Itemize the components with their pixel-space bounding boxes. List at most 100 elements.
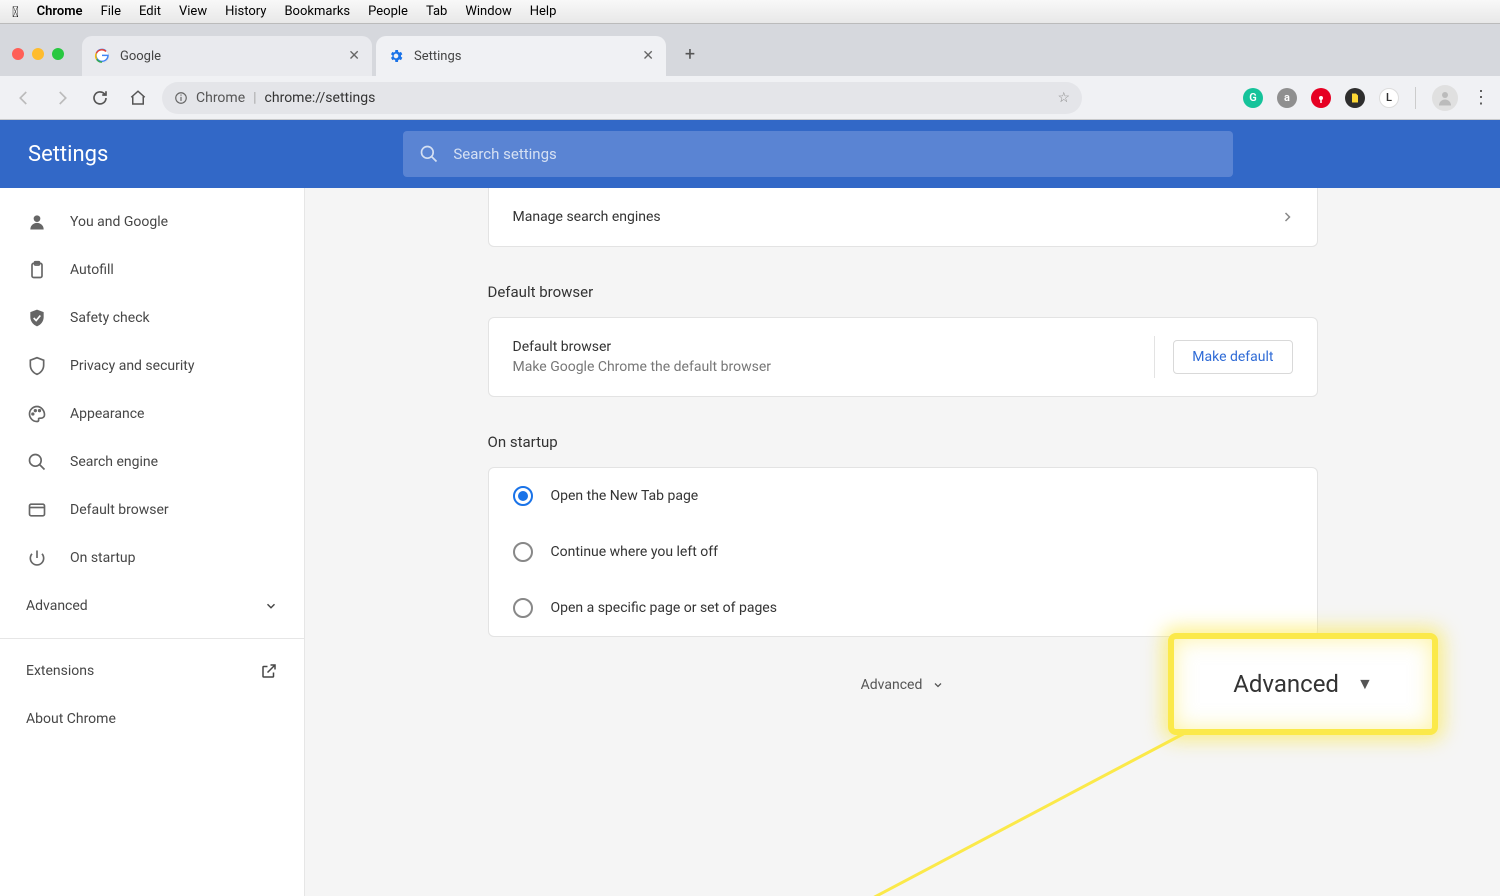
manage-search-engines-row[interactable]: Manage search engines <box>489 188 1317 246</box>
sidebar-advanced-toggle[interactable]: Advanced <box>0 582 304 630</box>
sidebar-item-autofill[interactable]: Autofill <box>0 246 304 294</box>
settings-body: You and Google Autofill Safety check Pri… <box>0 188 1500 896</box>
callout-highlight: Advanced ▼ <box>1168 633 1438 735</box>
sidebar-item-you-and-google[interactable]: You and Google <box>0 198 304 246</box>
sidebar-item-on-startup[interactable]: On startup <box>0 534 304 582</box>
palette-icon <box>26 403 48 425</box>
chrome-window: Google ✕ Settings ✕ + Chrome <box>0 24 1500 896</box>
tab-close-icon[interactable]: ✕ <box>642 48 654 64</box>
person-icon <box>26 211 48 233</box>
macos-menu-view[interactable]: View <box>179 4 207 19</box>
reload-button[interactable] <box>86 84 114 112</box>
window-maximize-button[interactable] <box>52 48 64 60</box>
settings-header: Settings <box>0 120 1500 188</box>
chevron-down-icon <box>932 679 944 691</box>
clipboard-icon <box>26 259 48 281</box>
tab-title: Settings <box>414 49 632 64</box>
forward-button[interactable] <box>48 84 76 112</box>
sidebar-item-privacy[interactable]: Privacy and security <box>0 342 304 390</box>
settings-search-input[interactable] <box>453 145 1217 163</box>
macos-menu-tab[interactable]: Tab <box>426 4 447 19</box>
radio-label: Open a specific page or set of pages <box>551 600 777 616</box>
tab-google[interactable]: Google ✕ <box>82 36 372 76</box>
radio-icon[interactable] <box>513 598 533 618</box>
sidebar-item-label: Autofill <box>70 262 114 278</box>
macos-menu-edit[interactable]: Edit <box>139 4 161 19</box>
tab-settings[interactable]: Settings ✕ <box>376 36 666 76</box>
sidebar-item-appearance[interactable]: Appearance <box>0 390 304 438</box>
sidebar-item-label: About Chrome <box>26 711 116 727</box>
macos-menu-file[interactable]: File <box>101 4 121 19</box>
window-controls <box>12 48 64 60</box>
window-icon <box>26 499 48 521</box>
radio-label: Open the New Tab page <box>551 488 699 504</box>
radio-icon[interactable] <box>513 542 533 562</box>
tab-title: Google <box>120 49 338 64</box>
default-browser-heading: Default browser <box>488 283 1318 301</box>
sidebar-divider <box>0 638 304 639</box>
window-close-button[interactable] <box>12 48 24 60</box>
bookmark-star-icon[interactable]: ☆ <box>1057 90 1070 106</box>
shield-check-icon <box>26 307 48 329</box>
default-browser-card: Default browser Make Google Chrome the d… <box>488 317 1318 397</box>
search-icon <box>419 144 439 164</box>
on-startup-card: Open the New Tab page Continue where you… <box>488 467 1318 637</box>
startup-option-specific-pages[interactable]: Open a specific page or set of pages <box>489 580 1317 636</box>
profile-avatar[interactable] <box>1432 85 1458 111</box>
sidebar-item-safety-check[interactable]: Safety check <box>0 294 304 342</box>
chevron-down-icon <box>264 599 278 613</box>
site-info-icon[interactable] <box>174 91 188 105</box>
sidebar-item-label: Extensions <box>26 663 94 679</box>
sidebar-item-label: Safety check <box>70 310 150 326</box>
url-path: chrome://settings <box>265 90 376 106</box>
sidebar-advanced-label: Advanced <box>26 598 88 614</box>
sidebar-item-label: Privacy and security <box>70 358 194 374</box>
chevron-right-icon <box>1281 211 1293 223</box>
power-icon <box>26 547 48 569</box>
search-icon <box>26 451 48 473</box>
ext-pinterest-icon[interactable] <box>1311 88 1331 108</box>
macos-app-name[interactable]: Chrome <box>37 4 83 19</box>
browser-toolbar: Chrome | chrome://settings ☆ G a L ⋮ <box>0 76 1500 120</box>
ext-lifewire-icon[interactable]: L <box>1379 88 1399 108</box>
macos-menu-history[interactable]: History <box>225 4 266 19</box>
url-divider: | <box>253 90 256 106</box>
back-button[interactable] <box>10 84 38 112</box>
ext-evernote-icon[interactable] <box>1345 88 1365 108</box>
make-default-button[interactable]: Make default <box>1173 340 1292 374</box>
toolbar-divider <box>1415 87 1416 109</box>
sidebar-item-label: Appearance <box>70 406 144 422</box>
dropdown-arrow-icon: ▼ <box>1357 674 1373 694</box>
chrome-menu-button[interactable]: ⋮ <box>1472 87 1490 108</box>
home-button[interactable] <box>124 84 152 112</box>
tab-close-icon[interactable]: ✕ <box>348 48 360 64</box>
ext-grammarly-icon[interactable]: G <box>1243 88 1263 108</box>
tab-strip: Google ✕ Settings ✕ + <box>0 24 1500 76</box>
sidebar-item-about[interactable]: About Chrome <box>0 695 304 743</box>
sidebar-item-extensions[interactable]: Extensions <box>0 647 304 695</box>
ext-amazon-icon[interactable]: a <box>1277 88 1297 108</box>
address-bar[interactable]: Chrome | chrome://settings ☆ <box>162 82 1082 114</box>
radio-icon[interactable] <box>513 486 533 506</box>
new-tab-button[interactable]: + <box>676 40 704 68</box>
macos-menu-help[interactable]: Help <box>530 4 557 19</box>
sidebar-item-label: On startup <box>70 550 136 566</box>
settings-sidebar: You and Google Autofill Safety check Pri… <box>0 188 305 896</box>
sidebar-item-search-engine[interactable]: Search engine <box>0 438 304 486</box>
sidebar-item-default-browser[interactable]: Default browser <box>0 486 304 534</box>
url-scheme: Chrome <box>196 90 245 106</box>
google-favicon-icon <box>94 48 110 64</box>
settings-content[interactable]: Manage search engines Default browser De… <box>305 188 1500 896</box>
startup-option-continue[interactable]: Continue where you left off <box>489 524 1317 580</box>
macos-menu-window[interactable]: Window <box>465 4 511 19</box>
macos-menu-bookmarks[interactable]: Bookmarks <box>284 4 350 19</box>
macos-menu-people[interactable]: People <box>368 4 408 19</box>
window-minimize-button[interactable] <box>32 48 44 60</box>
apple-logo-icon:  <box>12 3 19 21</box>
shield-icon <box>26 355 48 377</box>
sidebar-item-label: Search engine <box>70 454 158 470</box>
startup-option-new-tab[interactable]: Open the New Tab page <box>489 468 1317 524</box>
radio-label: Continue where you left off <box>551 544 719 560</box>
default-browser-subtitle: Make Google Chrome the default browser <box>513 359 771 375</box>
settings-search[interactable] <box>403 131 1233 177</box>
